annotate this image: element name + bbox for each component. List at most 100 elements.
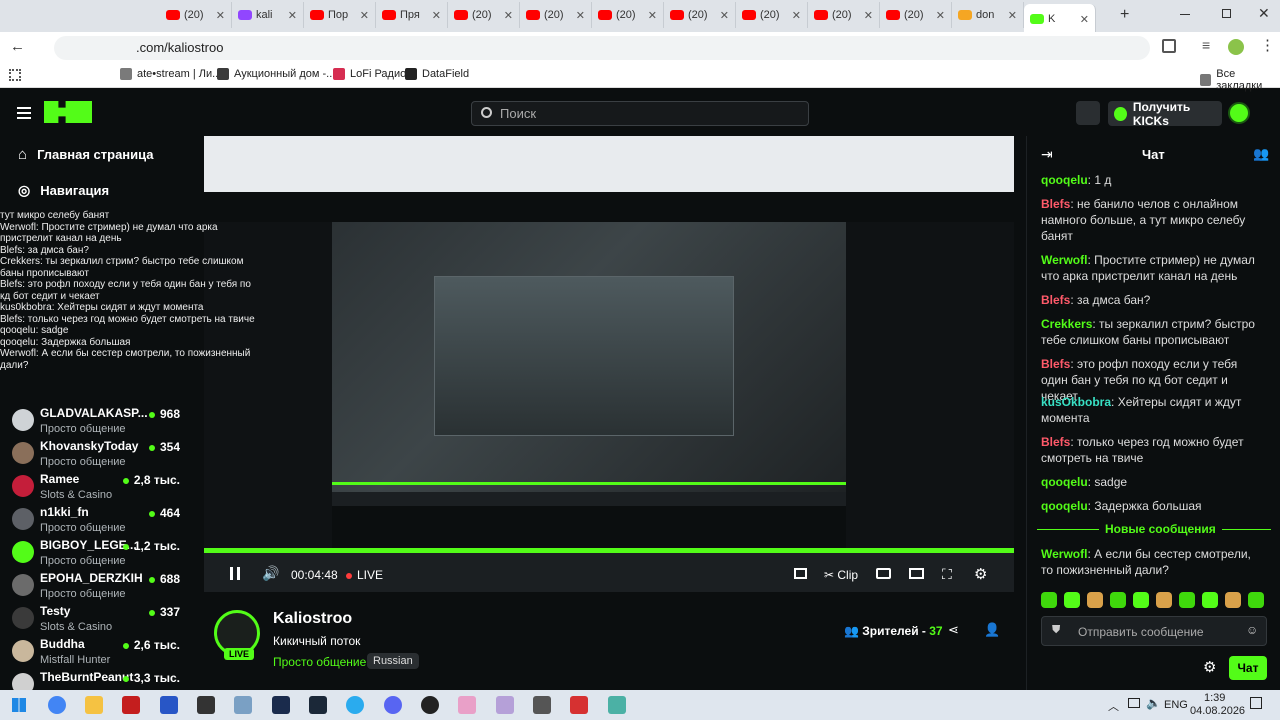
chat-username[interactable]: Blefs xyxy=(1041,435,1070,449)
explorer-icon[interactable] xyxy=(85,696,103,714)
app-icon-2[interactable] xyxy=(160,696,178,714)
chat-username[interactable]: Blefs xyxy=(1041,197,1070,211)
close-tab-icon[interactable]: ✕ xyxy=(1080,13,1089,26)
settings-gear-icon[interactable]: ⚙ xyxy=(974,565,987,583)
stream-category[interactable]: Просто общение xyxy=(273,655,366,669)
sidebar-channel[interactable]: n1kki_fn Просто общение 464 xyxy=(12,505,200,538)
chat-username[interactable]: Crekkers xyxy=(1041,317,1092,331)
browser-tab[interactable]: (20) ✕ xyxy=(520,2,592,28)
browser-tab[interactable]: (20) ✕ xyxy=(160,2,232,28)
volume-icon[interactable]: 🔊 xyxy=(262,565,279,582)
browser-tab[interactable]: (20) ✕ xyxy=(592,2,664,28)
telegram-icon[interactable] xyxy=(346,696,364,714)
menu-icon[interactable]: ⋮ xyxy=(1260,36,1275,54)
close-window-button[interactable]: ✕ xyxy=(1258,5,1270,22)
chat-username[interactable]: Blefs xyxy=(1041,357,1070,371)
captions-icon[interactable] xyxy=(876,568,891,579)
collapse-chat-icon[interactable]: ⇥ xyxy=(1041,146,1053,163)
browser-tab[interactable]: (20) ✕ xyxy=(808,2,880,28)
notification-icon[interactable] xyxy=(1250,697,1262,709)
emoji-icon[interactable]: ☺ xyxy=(1246,623,1258,637)
bookmark-4[interactable]: DataField xyxy=(405,68,469,80)
new-tab-button[interactable]: + xyxy=(1120,6,1129,24)
theater-icon[interactable] xyxy=(909,568,924,579)
sidebar-item-home[interactable]: ⌂ Главная страница xyxy=(18,146,154,163)
hamburger-icon[interactable] xyxy=(17,107,31,109)
discord-icon[interactable] xyxy=(384,696,402,714)
close-tab-icon[interactable]: ✕ xyxy=(864,9,873,22)
chat-input[interactable]: ⛊ Отправить сообщение ☺ xyxy=(1041,616,1267,646)
share-icon[interactable]: ⋖ xyxy=(948,622,959,638)
browser-tab[interactable]: kali ✕ xyxy=(232,2,304,28)
close-tab-icon[interactable]: ✕ xyxy=(720,9,729,22)
video-player[interactable] xyxy=(204,136,1014,592)
close-tab-icon[interactable]: ✕ xyxy=(432,9,441,22)
close-tab-icon[interactable]: ✕ xyxy=(792,9,801,22)
browser-tab[interactable]: (20) ✕ xyxy=(880,2,952,28)
sidebar-channel[interactable]: Buddha Mistfall Hunter 2,6 тыс. xyxy=(12,637,200,670)
browser-tab[interactable]: K ✕ xyxy=(1024,4,1096,34)
close-tab-icon[interactable]: ✕ xyxy=(504,9,513,22)
emote-icon[interactable] xyxy=(1202,592,1218,608)
profile-avatar[interactable] xyxy=(1228,39,1244,55)
emote-icon[interactable] xyxy=(1156,592,1172,608)
chat-settings-gear-icon[interactable]: ⚙ xyxy=(1203,658,1216,676)
steam-icon[interactable] xyxy=(309,696,327,714)
app-icon-4[interactable] xyxy=(234,696,252,714)
fullscreen-icon[interactable]: ⛶ xyxy=(942,566,952,583)
close-tab-icon[interactable]: ✕ xyxy=(216,9,225,22)
clip-button[interactable]: ✂ Clip xyxy=(824,568,858,582)
app-icon-9[interactable] xyxy=(608,696,626,714)
user-avatar[interactable] xyxy=(1228,102,1250,124)
sidebar-channel[interactable]: Testy Slots & Casino 337 xyxy=(12,604,200,637)
browser-tab[interactable]: (20) ✕ xyxy=(448,2,520,28)
sidebar-channel[interactable]: GLADVALAKASP... Просто общение 968 xyxy=(12,406,200,439)
search-input[interactable]: Поиск xyxy=(471,101,809,126)
sidebar-channel[interactable]: BIGBOY_LEGE... Просто общение 1,2 тыс. xyxy=(12,538,200,571)
input-language[interactable]: ENG xyxy=(1164,699,1188,711)
app-icon-7[interactable] xyxy=(496,696,514,714)
back-button[interactable]: ← xyxy=(10,38,25,55)
video-progress-bar[interactable] xyxy=(204,549,1014,553)
streamer-name[interactable]: Kaliostroo xyxy=(273,610,352,628)
close-tab-icon[interactable]: ✕ xyxy=(288,9,297,22)
pause-button[interactable] xyxy=(230,567,240,580)
sidebar-channel[interactable]: Ramee Slots & Casino 2,8 тыс. xyxy=(12,472,200,505)
pip-icon[interactable] xyxy=(794,568,807,579)
emote-icon[interactable] xyxy=(1133,592,1149,608)
tray-chevron-icon[interactable]: ︿ xyxy=(1108,698,1119,714)
browser-tab[interactable]: (20) ✕ xyxy=(736,2,808,28)
chat-send-button[interactable]: Чат xyxy=(1229,656,1267,680)
app-icon-8[interactable] xyxy=(570,696,588,714)
media-icon[interactable]: ≡ xyxy=(1202,37,1210,53)
clock-date[interactable]: 04.08.2026 xyxy=(1190,705,1245,717)
chat-username[interactable]: qooqelu xyxy=(1041,173,1088,187)
bookmark-1[interactable]: ate•stream | Ли... xyxy=(120,68,221,80)
sidebar-channel[interactable]: EPOHA_DERZKIH Просто общение 688 xyxy=(12,571,200,604)
chat-username[interactable]: qooqelu xyxy=(1041,499,1088,513)
apps-icon[interactable] xyxy=(9,69,21,81)
browser-tab[interactable]: Пор ✕ xyxy=(304,2,376,28)
chat-username[interactable]: Werwofl xyxy=(1041,547,1087,561)
browser-tab[interactable]: Пря ✕ xyxy=(376,2,448,28)
chrome-icon[interactable] xyxy=(48,696,66,714)
layout-icon[interactable] xyxy=(1076,101,1100,125)
emote-icon[interactable] xyxy=(1225,592,1241,608)
browser-tab[interactable]: don ✕ xyxy=(952,2,1024,28)
close-tab-icon[interactable]: ✕ xyxy=(576,9,585,22)
new-messages-divider[interactable]: Новые сообщения xyxy=(1037,522,1271,536)
stream-tag[interactable]: Russian xyxy=(367,653,419,669)
sidebar-channel[interactable]: KhovanskyToday Просто общение 354 xyxy=(12,439,200,472)
chat-username[interactable]: kusOkbobra xyxy=(1041,395,1111,409)
close-tab-icon[interactable]: ✕ xyxy=(936,9,945,22)
app-icon-5[interactable] xyxy=(272,696,290,714)
follow-icon[interactable]: 👤 xyxy=(984,622,1000,638)
maximize-button[interactable] xyxy=(1222,9,1231,18)
emote-icon[interactable] xyxy=(1248,592,1264,608)
bookmark-3[interactable]: LoFi Радио xyxy=(333,68,406,80)
all-bookmarks[interactable]: Все закладки xyxy=(1200,68,1280,92)
get-kicks-button[interactable]: Получить KICKs xyxy=(1108,100,1222,128)
close-tab-icon[interactable]: ✕ xyxy=(360,9,369,22)
browser-tab[interactable]: (20) ✕ xyxy=(664,2,736,28)
calculator-icon[interactable] xyxy=(533,696,551,714)
